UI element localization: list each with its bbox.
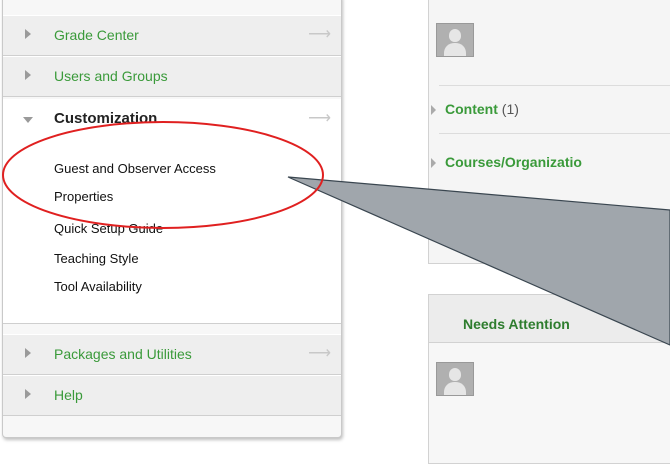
annotation-overlay [2, 121, 670, 346]
highlight-circle [2, 121, 324, 229]
callout-pointer [287, 176, 670, 346]
